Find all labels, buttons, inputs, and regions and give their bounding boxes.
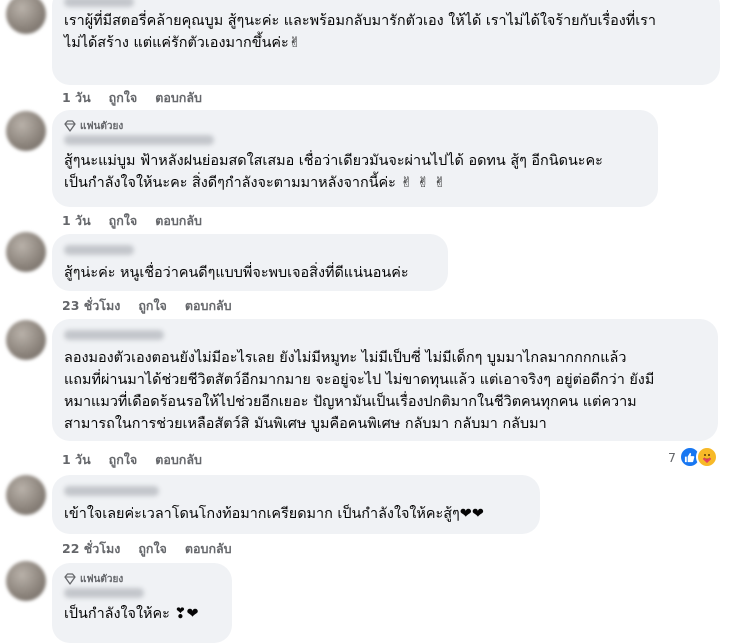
reply-button[interactable]: ตอบกลับ bbox=[185, 296, 232, 316]
comment-time[interactable]: 23 ชั่วโมง bbox=[62, 296, 120, 316]
author-name[interactable] bbox=[64, 486, 159, 496]
reply-button[interactable]: ตอบกลับ bbox=[155, 88, 202, 108]
avatar[interactable] bbox=[6, 561, 46, 601]
comment-time[interactable]: 1 วัน bbox=[62, 88, 91, 108]
comment-text: สู้ๆนะแม่บูม ฟ้าหลังฝนย่อมสดใสเสมอ เชื่อ… bbox=[64, 153, 603, 191]
badge-label: แฟนตัวยง bbox=[80, 120, 124, 132]
like-button[interactable]: ถูกใจ bbox=[109, 450, 138, 470]
fan-badge[interactable]: แฟนตัวยง bbox=[64, 571, 220, 587]
comment-actions: 22 ชั่วโมง ถูกใจ ตอบกลับ bbox=[62, 539, 232, 559]
comment-text: ลองมองตัวเองตอนยังไม่มีอะไรเลย ยังไม่มีห… bbox=[64, 350, 655, 432]
fan-badge[interactable]: แฟนตัวยง bbox=[64, 118, 646, 134]
reply-button[interactable]: ตอบกลับ bbox=[185, 539, 232, 559]
comment-actions: 23 ชั่วโมง ถูกใจ ตอบกลับ bbox=[62, 296, 232, 316]
comment-text: เราผู้ที่มีสตอรี่คล้ายคุณบูม สู้ๆนะค่ะ แ… bbox=[64, 13, 656, 51]
author-name[interactable] bbox=[64, 330, 164, 340]
care-icon bbox=[695, 446, 718, 468]
comment-bubble: แฟนตัวยง เป็นกำลังใจให้คะ ❣❤ bbox=[52, 563, 232, 643]
author-name[interactable] bbox=[64, 0, 134, 7]
comment-time[interactable]: 22 ชั่วโมง bbox=[62, 539, 120, 559]
author-name[interactable] bbox=[64, 135, 214, 145]
comment-bubble: สู้ๆน่ะค่ะ หนูเชื่อว่าคนดีๆแบบพี่จะพบเจอ… bbox=[52, 234, 448, 291]
avatar[interactable] bbox=[6, 232, 46, 272]
comment-actions: 1 วัน ถูกใจ ตอบกลับ bbox=[62, 211, 202, 231]
like-button[interactable]: ถูกใจ bbox=[138, 539, 167, 559]
comment-actions: 1 วัน ถูกใจ ตอบกลับ bbox=[62, 450, 202, 470]
like-button[interactable]: ถูกใจ bbox=[138, 296, 167, 316]
avatar[interactable] bbox=[6, 475, 46, 515]
avatar[interactable] bbox=[6, 0, 46, 34]
diamond-icon bbox=[64, 573, 76, 585]
diamond-icon bbox=[64, 120, 76, 132]
comment-time[interactable]: 1 วัน bbox=[62, 450, 91, 470]
author-name[interactable] bbox=[64, 588, 144, 598]
like-button[interactable]: ถูกใจ bbox=[109, 88, 138, 108]
avatar[interactable] bbox=[6, 320, 46, 360]
comment-text: สู้ๆน่ะค่ะ หนูเชื่อว่าคนดีๆแบบพี่จะพบเจอ… bbox=[64, 265, 409, 281]
reply-button[interactable]: ตอบกลับ bbox=[155, 450, 202, 470]
reaction-count: 7 bbox=[668, 449, 676, 465]
comment-time[interactable]: 1 วัน bbox=[62, 211, 91, 231]
comment-text: เป็นกำลังใจให้คะ ❣❤ bbox=[64, 606, 199, 622]
like-button[interactable]: ถูกใจ bbox=[109, 211, 138, 231]
comment-bubble: เราผู้ที่มีสตอรี่คล้ายคุณบูม สู้ๆนะค่ะ แ… bbox=[52, 0, 720, 85]
comment-text: เข้าใจเลยค่ะเวลาโดนโกงท้อมากเครียดมาก เป… bbox=[64, 506, 484, 522]
comment-bubble: แฟนตัวยง สู้ๆนะแม่บูม ฟ้าหลังฝนย่อมสดใสเ… bbox=[52, 110, 658, 207]
badge-label: แฟนตัวยง bbox=[80, 573, 124, 585]
reply-button[interactable]: ตอบกลับ bbox=[155, 211, 202, 231]
author-name[interactable] bbox=[64, 245, 134, 255]
comment-bubble: ลองมองตัวเองตอนยังไม่มีอะไรเลย ยังไม่มีห… bbox=[52, 319, 718, 441]
comment-bubble: เข้าใจเลยค่ะเวลาโดนโกงท้อมากเครียดมาก เป… bbox=[52, 475, 540, 534]
comment-actions: 1 วัน ถูกใจ ตอบกลับ bbox=[62, 88, 202, 108]
avatar[interactable] bbox=[6, 111, 46, 151]
reaction-summary[interactable]: 7 bbox=[668, 446, 718, 468]
